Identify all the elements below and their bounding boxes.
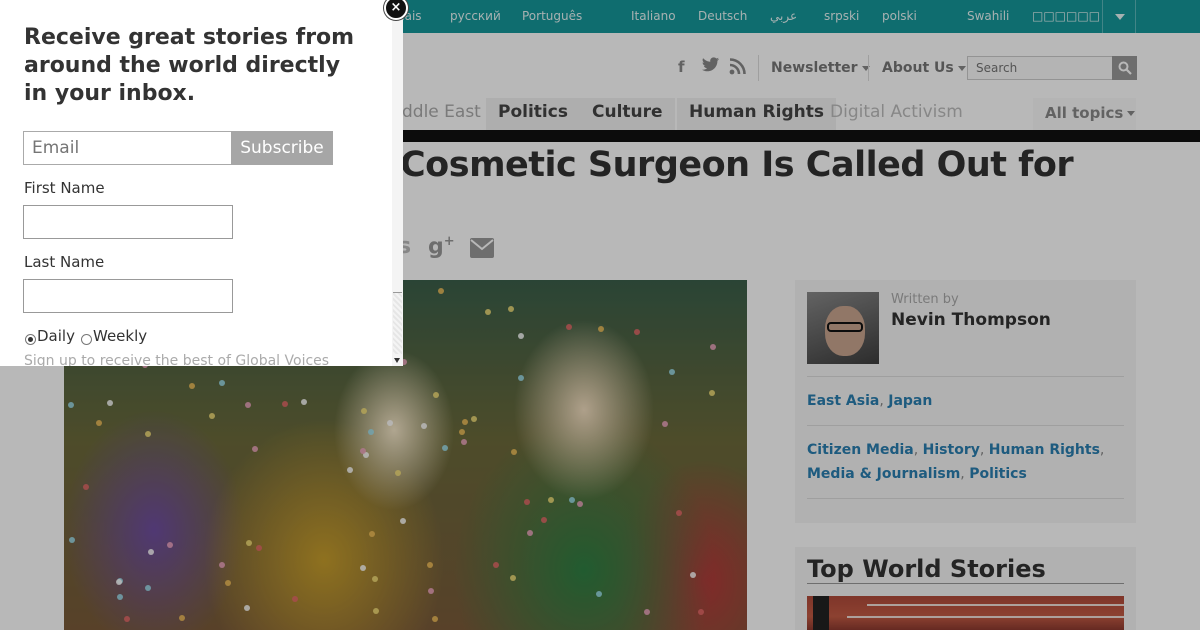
email-field[interactable]	[23, 131, 232, 165]
newsletter-popup: Receive great stories from around the wo…	[0, 0, 408, 366]
scrollbar-thumb[interactable]	[393, 292, 402, 354]
weekly-radio[interactable]	[81, 334, 92, 345]
weekly-label: Weekly	[93, 327, 148, 345]
popup-content: Receive great stories from around the wo…	[0, 0, 392, 366]
last-name-label: Last Name	[24, 253, 105, 271]
close-icon: ×	[390, 0, 402, 15]
subscribe-button[interactable]: Subscribe	[231, 131, 333, 165]
first-name-field[interactable]	[23, 205, 233, 239]
scroll-down-arrow-icon[interactable]	[394, 358, 400, 363]
popup-title: Receive great stories from around the wo…	[24, 25, 355, 106]
popup-scrollbar[interactable]	[392, 0, 403, 366]
daily-radio[interactable]	[25, 334, 36, 345]
daily-label: Daily	[37, 327, 75, 345]
last-name-field[interactable]	[23, 279, 233, 313]
popup-note: Sign up to receive the best of Global Vo…	[24, 353, 330, 366]
first-name-label: First Name	[24, 179, 105, 197]
